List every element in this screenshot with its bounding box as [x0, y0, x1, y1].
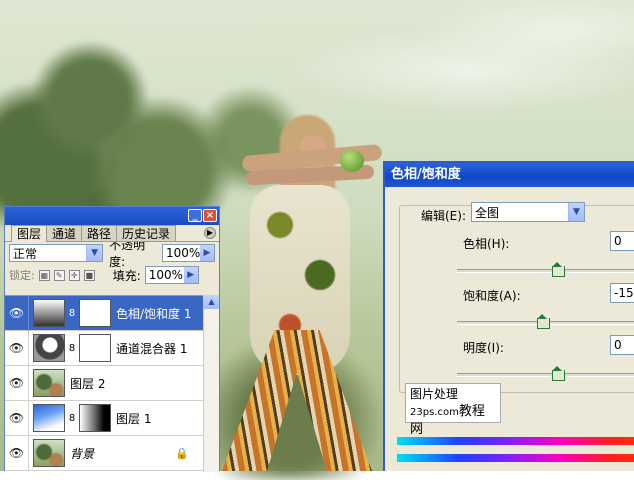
- layer-thumb: [33, 404, 65, 432]
- edit-label: 编辑(E):: [421, 209, 466, 223]
- saturation-input[interactable]: -15: [610, 283, 634, 303]
- fill-value: 100%: [148, 268, 184, 282]
- lock-transparency-icon[interactable]: ▦: [38, 269, 50, 281]
- watermark-site: 23ps.com: [410, 407, 459, 418]
- layer-row-layer-2[interactable]: 👁 图层 2: [5, 365, 203, 401]
- watermark-line1: 图片处理: [410, 387, 459, 401]
- saturation-label: 饱和度(A):: [463, 289, 521, 303]
- layers-panel: _ × 图层 通道 路径 历史记录 ▶ 正常 ▼ 不透明度: 100% ▶ 锁定…: [4, 206, 220, 472]
- tab-history[interactable]: 历史记录: [116, 225, 177, 241]
- eye-icon[interactable]: 👁: [5, 365, 29, 401]
- lock-icon: 🔒: [175, 446, 189, 460]
- layer-mask-thumb[interactable]: [79, 334, 111, 362]
- hue-slider-thumb[interactable]: [552, 262, 565, 277]
- hue-input[interactable]: 0: [610, 231, 634, 251]
- eye-icon[interactable]: 👁: [5, 400, 29, 436]
- layer-name: 通道混合器 1: [116, 341, 188, 356]
- lightness-slider-thumb[interactable]: [552, 366, 565, 381]
- link-icon[interactable]: 8: [67, 413, 77, 424]
- blend-mode-select[interactable]: 正常 ▼: [9, 244, 104, 262]
- eye-icon[interactable]: 👁: [5, 435, 29, 471]
- layer-list-scrollbar[interactable]: ▲: [203, 295, 219, 472]
- lock-brush-icon[interactable]: ✎: [53, 269, 65, 281]
- panel-tabs: 图层 通道 路径 历史记录 ▶: [5, 225, 219, 242]
- panel-menu-icon[interactable]: ▶: [204, 227, 216, 239]
- lock-label: 锁定:: [9, 269, 35, 282]
- scroll-up-icon[interactable]: ▲: [204, 295, 219, 309]
- link-icon[interactable]: 8: [67, 308, 77, 319]
- saturation-slider-thumb[interactable]: [537, 314, 550, 329]
- hue-label: 色相(H):: [463, 237, 510, 251]
- adjustment-thumb: [33, 334, 65, 362]
- output-color-bar: [397, 454, 634, 462]
- hue-saturation-dialog: 色相/饱和度 编辑(E): 全图 ▼ 色相(H): 0 饱和度(A): -15 …: [383, 161, 634, 471]
- layer-name: 背景: [70, 446, 95, 461]
- tab-paths[interactable]: 路径: [81, 225, 118, 241]
- layer-thumb: [33, 439, 65, 467]
- opacity-value: 100%: [166, 246, 201, 260]
- layers-panel-titlebar[interactable]: _ ×: [5, 207, 219, 225]
- layer-name: 图层 2: [70, 376, 106, 391]
- fill-label: 填充:: [112, 268, 141, 283]
- minimize-icon[interactable]: _: [188, 209, 202, 222]
- adjustment-thumb: [33, 299, 65, 327]
- link-icon[interactable]: 8: [67, 343, 77, 354]
- tab-channels[interactable]: 通道: [46, 225, 83, 241]
- edit-value: 全图: [475, 205, 500, 220]
- layer-row-background[interactable]: 👁 背景 🔒: [5, 435, 203, 471]
- layer-name: 色相/饱和度 1: [116, 306, 192, 321]
- edit-select[interactable]: 全图 ▼: [471, 202, 585, 222]
- lock-row: 锁定: ▦ ✎ ✛ ■ 填充: 100% ▶: [5, 264, 219, 286]
- layer-thumb: [33, 369, 65, 397]
- hue-slider-track[interactable]: [457, 269, 634, 273]
- opacity-input[interactable]: 100% ▶: [162, 244, 215, 262]
- lock-move-icon[interactable]: ✛: [68, 269, 80, 281]
- blend-row: 正常 ▼ 不透明度: 100% ▶: [5, 238, 219, 269]
- lightness-input[interactable]: 0: [610, 335, 634, 355]
- tab-layers[interactable]: 图层: [11, 225, 48, 242]
- layer-row-layer-1[interactable]: 👁 8 图层 1: [5, 400, 203, 436]
- lightness-label: 明度(I):: [463, 341, 504, 355]
- watermark: 图片处理 23ps.com教程网: [405, 383, 501, 437]
- layer-mask-thumb[interactable]: [79, 299, 111, 327]
- layer-mask-thumb[interactable]: [79, 404, 111, 432]
- apple: [340, 150, 364, 172]
- eye-icon[interactable]: 👁: [5, 330, 29, 366]
- fill-arrow-icon[interactable]: ▶: [183, 267, 198, 283]
- layer-list: 👁 8 色相/饱和度 1 👁 8 通道混合器 1 👁 图层 2 👁 8 图层 1: [5, 295, 203, 472]
- input-color-bar: [397, 437, 634, 445]
- lightness-slider-track[interactable]: [457, 373, 634, 377]
- eye-icon[interactable]: 👁: [5, 295, 29, 331]
- chevron-down-icon[interactable]: ▼: [568, 203, 584, 221]
- layer-row-channel-mixer[interactable]: 👁 8 通道混合器 1: [5, 330, 203, 366]
- layer-name: 图层 1: [116, 411, 152, 426]
- opacity-arrow-icon[interactable]: ▶: [200, 245, 214, 261]
- fill-input[interactable]: 100% ▶: [144, 266, 199, 284]
- chevron-down-icon[interactable]: ▼: [86, 245, 103, 261]
- close-icon[interactable]: ×: [203, 209, 217, 222]
- layer-row-hue-saturation[interactable]: 👁 8 色相/饱和度 1: [5, 295, 203, 331]
- blend-mode-value: 正常: [13, 246, 38, 261]
- lock-all-icon[interactable]: ■: [83, 269, 95, 281]
- dialog-title[interactable]: 色相/饱和度: [385, 163, 634, 187]
